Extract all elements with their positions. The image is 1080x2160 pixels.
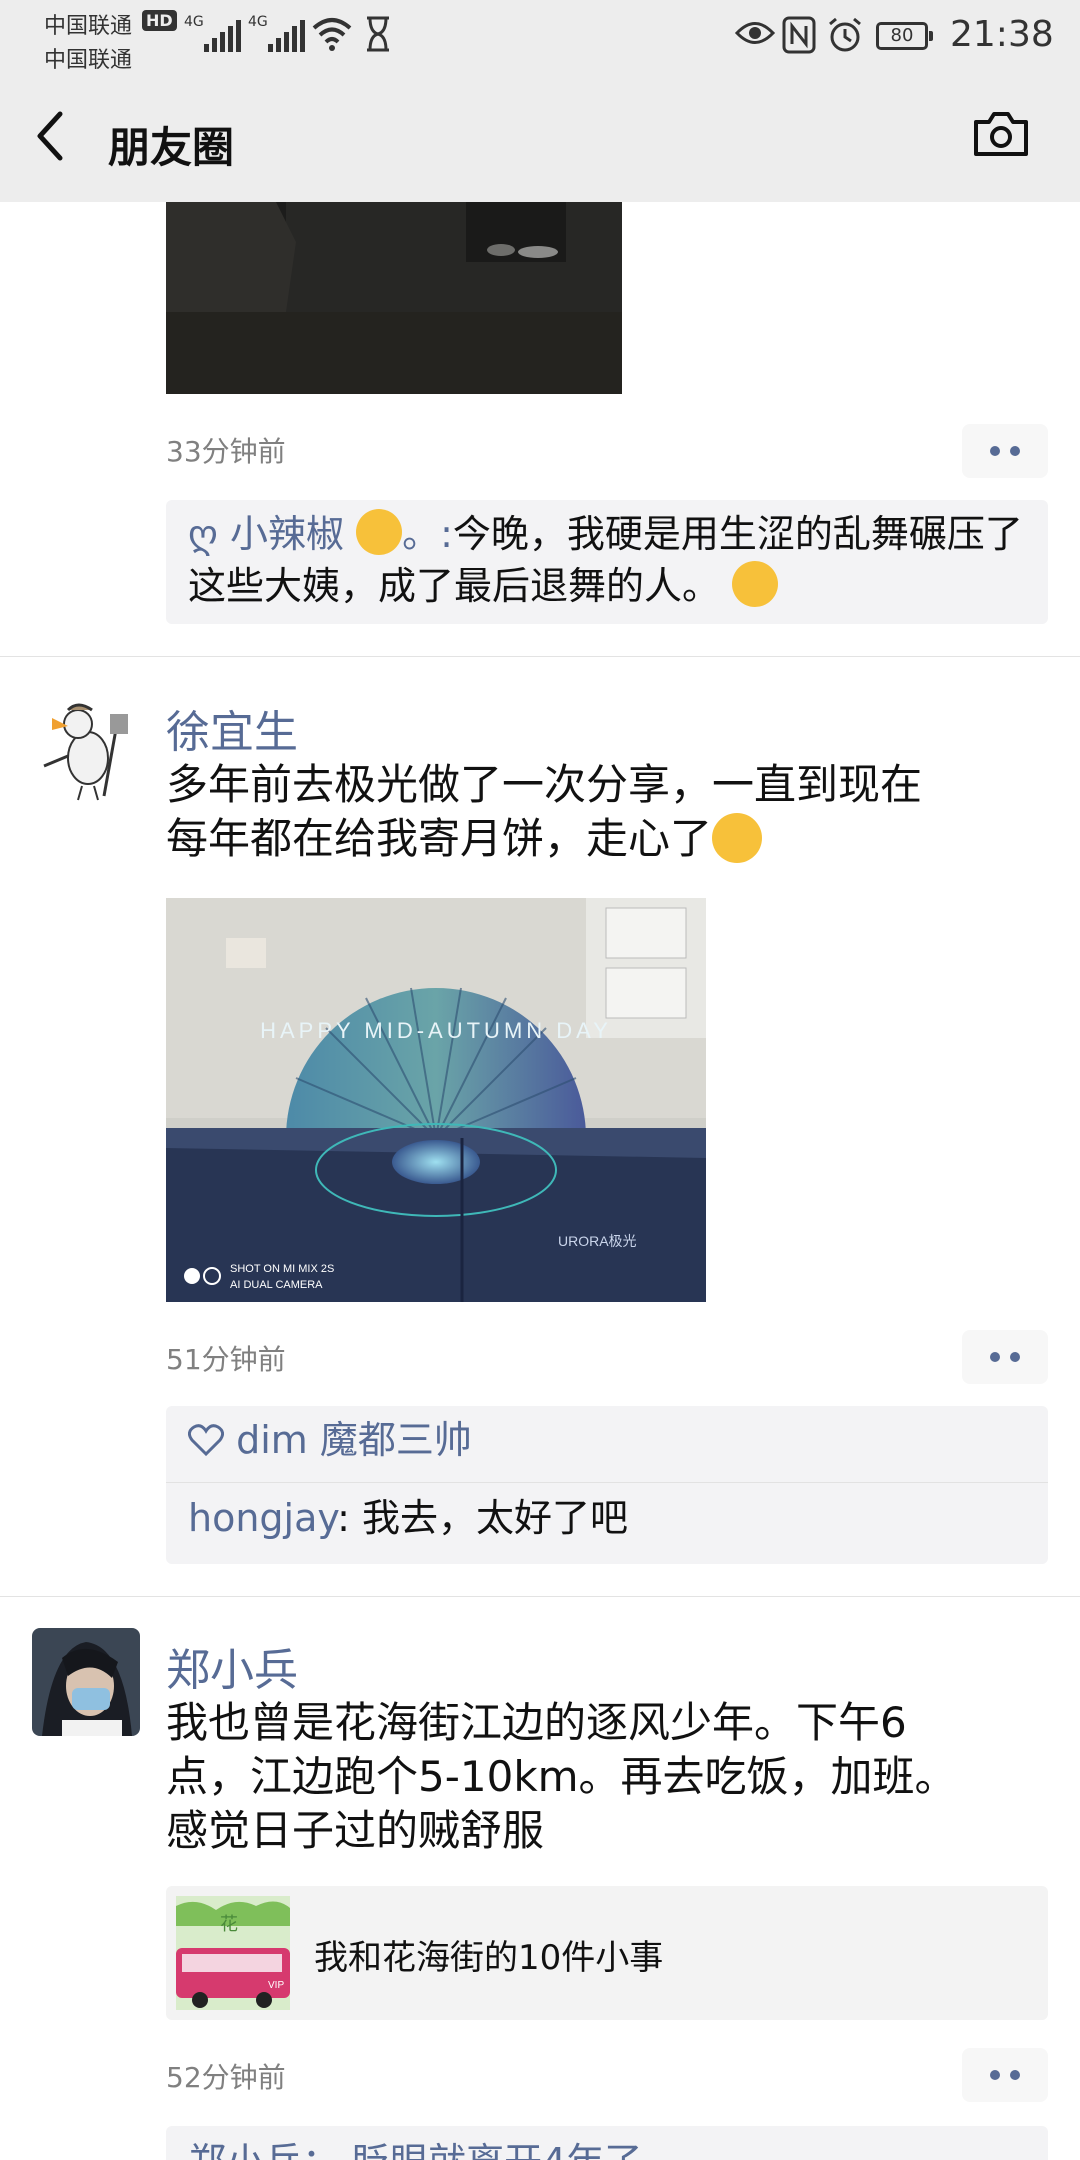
back-arrow-icon <box>37 111 63 161</box>
like-comment-box: dim 魔都三帅 hongjay: 我去，太好了吧 <box>166 1406 1048 1564</box>
likes-divider <box>166 1482 1048 1483</box>
wifi-icon <box>312 18 352 51</box>
smiling-hearts-emoji-icon <box>356 509 403 555</box>
post-text-line: 点，江边跑个5-10km。再去吃饭，加班。 <box>166 1752 957 1801</box>
post-image-content <box>166 202 622 394</box>
signal-icon-2: 4G <box>248 14 305 52</box>
comment-preview[interactable]: 郑小兵： 眨眼就离开4年了 <box>188 2136 642 2160</box>
tears-of-joy-emoji-icon <box>732 561 779 607</box>
comment-author-icon: ღ <box>188 512 230 556</box>
post-image[interactable] <box>166 202 622 394</box>
post-divider <box>0 1596 1080 1597</box>
mooncake-box-image: HAPPY MID-AUTUMN DAY URORA极光 SHOT ON MI … <box>166 898 706 1302</box>
page-title: 朋友圈 <box>108 123 235 172</box>
image-arc-text: HAPPY MID-AUTUMN DAY <box>260 1018 612 1043</box>
camera-icon <box>974 112 1028 156</box>
post-time: 33分钟前 <box>166 435 286 468</box>
avatar[interactable] <box>32 696 140 804</box>
nfc-icon <box>782 16 816 54</box>
image-watermark-1: SHOT ON MI MIX 2S <box>230 1263 334 1275</box>
back-button[interactable] <box>30 106 90 172</box>
shared-link-card[interactable]: 花 VIP 我和花海街的10件小事 <box>166 1886 1048 2020</box>
hd-badge: HD <box>142 10 177 31</box>
title-bar: 朋友圈 <box>0 76 1080 202</box>
status-time: 21:38 <box>950 14 1054 55</box>
carrier-label-1: 中国联通 <box>44 14 133 39</box>
post-text-line: 多年前去极光做了一次分享，一直到现在 <box>166 760 923 809</box>
network-type-1: 4G <box>184 14 204 30</box>
person-avatar-icon <box>32 1628 140 1736</box>
more-button[interactable] <box>962 1330 1048 1384</box>
comment-box: ღ 小辣椒 。:今晚，我硬是用生涩的乱舞碾压了这些大姨，成了最后退舞的人。 <box>166 500 1048 624</box>
post-image[interactable]: HAPPY MID-AUTUMN DAY URORA极光 SHOT ON MI … <box>166 898 706 1302</box>
battery-icon: 80 <box>876 22 933 50</box>
likes-names[interactable]: dim 魔都三帅 <box>236 1418 472 1462</box>
image-brand-text: URORA极光 <box>558 1233 637 1249</box>
avatar[interactable] <box>32 1628 140 1736</box>
post-divider <box>0 656 1080 657</box>
post-author[interactable]: 徐宜生 <box>166 696 298 760</box>
bus-thumbnail-icon: 花 VIP <box>176 1896 290 2010</box>
eye-icon <box>735 22 775 44</box>
post-time: 51分钟前 <box>166 1343 286 1376</box>
image-watermark-2: AI DUAL CAMERA <box>230 1279 323 1291</box>
moments-feed[interactable]: 33分钟前 ღ 小辣椒 。:今晚，我硬是用生涩的乱舞碾压了这些大姨，成了最后退舞… <box>0 202 1080 2160</box>
link-thumbnail: 花 VIP <box>176 1896 290 2010</box>
svg-text:花: 花 <box>220 1914 238 1935</box>
likes-row: dim 魔都三帅 <box>187 1414 472 1466</box>
more-button[interactable] <box>962 424 1048 478</box>
comment-text: 我去，太好了吧 <box>362 1496 629 1540</box>
comment-author[interactable]: 小辣椒 <box>230 512 344 556</box>
comment-separator: 。: <box>402 512 453 556</box>
thinking-emoji-icon <box>712 813 763 863</box>
camera-button[interactable] <box>972 108 1036 172</box>
post-text: 我也曾是花海街江边的逐风少年。下午6 点，江边跑个5-10km。再去吃饭，加班。… <box>166 1696 1046 1858</box>
post-text-line: 感觉日子过的贼舒服 <box>166 1806 545 1855</box>
post-text-line: 每年都在给我寄月饼，走心了 <box>166 814 713 863</box>
carrier-label-2: 中国联通 <box>44 48 133 73</box>
more-button[interactable] <box>962 2048 1048 2102</box>
comment[interactable]: ღ 小辣椒 。:今晚，我硬是用生涩的乱舞碾压了这些大姨，成了最后退舞的人。 <box>188 508 1038 612</box>
heart-icon <box>187 1424 225 1457</box>
link-title: 我和花海街的10件小事 <box>314 1938 664 1978</box>
network-type-2: 4G <box>248 14 268 30</box>
post-text: 多年前去极光做了一次分享，一直到现在 每年都在给我寄月饼，走心了 <box>166 758 1036 866</box>
comment[interactable]: hongjay: 我去，太好了吧 <box>188 1492 628 1544</box>
hourglass-icon <box>367 16 389 52</box>
comment-author[interactable]: hongjay <box>188 1496 337 1540</box>
duck-avatar-icon <box>32 696 140 804</box>
status-bar: 中国联通 HD 中国联通 4G 4G 80 21:38 <box>0 0 1080 76</box>
svg-text:VIP: VIP <box>268 1980 284 1991</box>
post-author[interactable]: 郑小兵 <box>166 1634 298 1698</box>
post-time: 52分钟前 <box>166 2061 286 2094</box>
comment-separator: : <box>337 1496 362 1540</box>
alarm-icon <box>829 17 861 52</box>
post-text-line: 我也曾是花海街江边的逐风少年。下午6 <box>166 1698 907 1747</box>
signal-icon-1: 4G <box>184 14 241 52</box>
comment-box: 郑小兵： 眨眼就离开4年了 <box>166 2126 1048 2160</box>
